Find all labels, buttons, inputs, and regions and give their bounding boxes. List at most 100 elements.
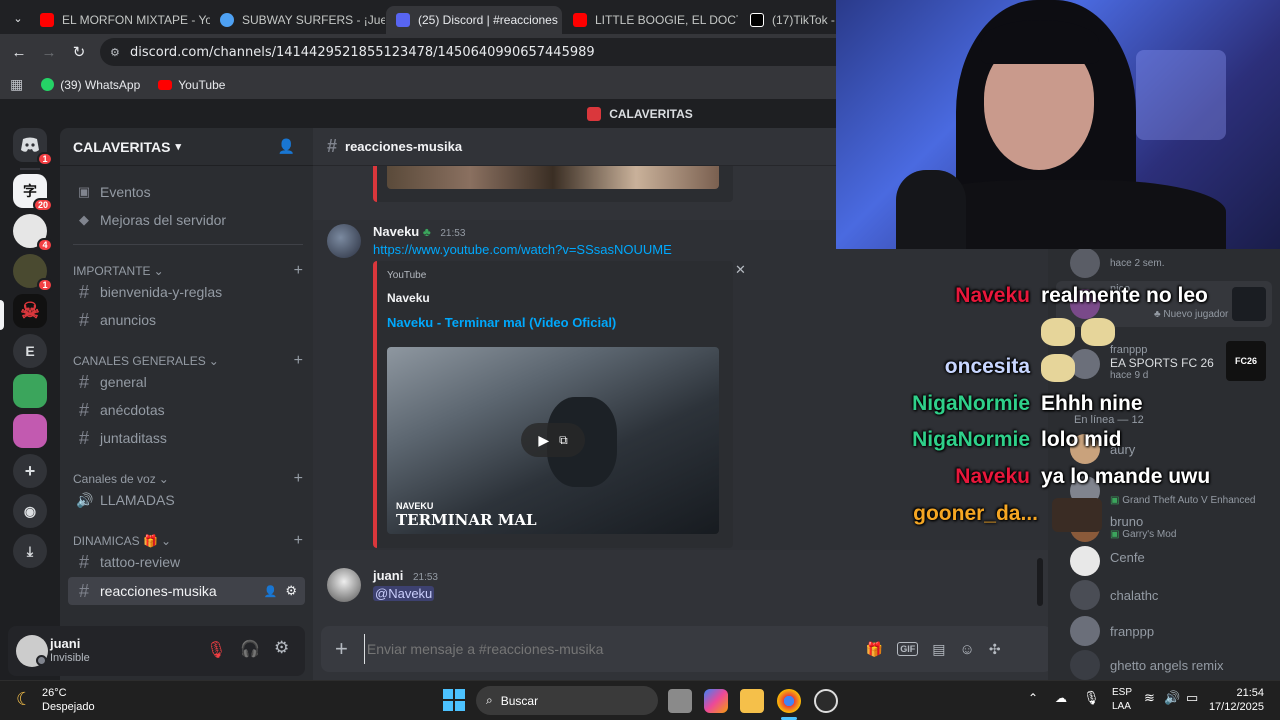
taskbar-search[interactable]: ⌕ Buscar (476, 686, 658, 715)
user-status: Invisible (50, 652, 90, 664)
open-external-icon: ⧉ (559, 432, 568, 447)
server-icon[interactable] (13, 374, 47, 408)
user-panel: juani Invisible 🎙 🎧 ⚙ (8, 626, 305, 676)
embed-title[interactable]: Naveku - Terminar mal (Video Oficial) (387, 315, 616, 330)
invite-icon[interactable]: 👤 (264, 585, 278, 598)
server-icon[interactable]: 4 (13, 214, 53, 252)
file-explorer-icon[interactable] (740, 689, 764, 713)
attach-plus-icon[interactable]: + (335, 636, 348, 662)
youtube-icon (40, 13, 54, 27)
play-button[interactable]: ▶ ⧉ (521, 423, 585, 457)
wifi-icon[interactable]: ≋ (1144, 690, 1155, 706)
previous-embed (373, 166, 733, 202)
invite-icon[interactable]: 👤 (278, 138, 295, 155)
channel-anuncios[interactable]: # anuncios (68, 306, 305, 334)
emoji-icon[interactable]: ☺ (960, 641, 975, 658)
avatar[interactable] (327, 568, 361, 602)
bookmark-youtube[interactable]: YouTube (158, 78, 225, 92)
category-label: Canales de voz (73, 472, 156, 486)
message-input[interactable] (363, 634, 844, 664)
browser-tab-active[interactable]: (25) Discord | #reacciones ✕ (386, 6, 562, 34)
message-link[interactable]: https://www.youtube.com/watch?v=SSsasNOU… (373, 242, 672, 257)
member-item[interactable]: hace 2 sem. (1056, 243, 1272, 283)
channel-anecdotas[interactable]: # anécdotas (68, 396, 305, 424)
apps-grid-icon[interactable]: ▦ (10, 76, 23, 93)
tab-search-button[interactable]: ⌄ (8, 8, 28, 28)
reload-icon[interactable]: ↻ (64, 37, 94, 67)
channel-sidebar: CALAVERITAS ▾ 👤 ▣ Eventos ◆ Mejoras del … (60, 128, 313, 680)
channel-reacciones-musika[interactable]: # reacciones-musika 👤 ⚙ (68, 577, 305, 605)
url-field[interactable]: ⚙ discord.com/channels/14144295218551234… (100, 38, 860, 66)
language-label[interactable]: ESP (1112, 687, 1132, 698)
browser-tab[interactable]: EL MORFON MIXTAPE - Yo ✕ (30, 6, 210, 34)
gear-icon[interactable]: ⚙ (285, 583, 297, 599)
chevron-down-icon: ⌄ (158, 472, 169, 486)
site-info-icon[interactable]: ⚙ (110, 46, 120, 59)
gift-icon[interactable]: 🎁 (866, 641, 883, 658)
forward-icon[interactable]: → (34, 37, 64, 67)
boosts-item[interactable]: ◆ Mejoras del servidor (68, 206, 305, 234)
avatar[interactable] (327, 224, 361, 258)
gif-icon[interactable]: GIF (897, 642, 919, 656)
browser-tab[interactable]: (17)TikTok - Ma (740, 6, 836, 34)
unread-badge: 1 (37, 152, 53, 166)
sticker-icon[interactable]: ▤ (932, 641, 945, 658)
discover-icon[interactable]: ◉ (13, 494, 47, 528)
mic-icon[interactable]: 🎙 (1083, 690, 1100, 706)
channel-general[interactable]: # general (68, 368, 305, 396)
server-icon-e[interactable]: E (13, 334, 47, 368)
channel-label: bienvenida-y-reglas (100, 284, 223, 300)
task-view-icon[interactable] (668, 689, 692, 713)
weather-temp[interactable]: 26°C (42, 687, 67, 699)
tab-title: (17)TikTok - Ma (772, 13, 836, 27)
back-icon[interactable]: ← (4, 37, 34, 67)
discord-home-icon[interactable]: 1 (13, 128, 53, 166)
browser-tab[interactable]: SUBWAY SURFERS - ¡Juega ✕ (210, 6, 385, 34)
author-name[interactable]: juani (373, 568, 403, 583)
status-dot (36, 655, 47, 666)
weather-desc[interactable]: Despejado (42, 701, 95, 713)
previous-thumbnail[interactable] (387, 166, 719, 189)
download-icon[interactable]: ⤓ (13, 534, 47, 568)
start-button[interactable] (443, 689, 465, 711)
headphones-icon[interactable]: 🎧 (240, 639, 260, 659)
video-thumbnail[interactable]: ▶ ⧉ NAVEKU TERMINAR MAL (387, 347, 719, 534)
author-name[interactable]: Naveku (373, 224, 419, 239)
scrollbar[interactable] (1037, 558, 1043, 606)
apps-icon[interactable]: ✣ (989, 641, 1001, 658)
user-mention[interactable]: @Naveku (373, 586, 435, 601)
cloud-icon[interactable]: ☁ (1055, 691, 1067, 705)
member-name: Cenfe (1110, 549, 1145, 565)
muted-mic-icon[interactable]: 🎙 (206, 640, 226, 660)
member-item-ghetto[interactable]: ghetto angels remix (1056, 645, 1272, 685)
copilot-icon[interactable] (704, 689, 728, 713)
obs-icon[interactable] (814, 689, 838, 713)
channel-juntaditass[interactable]: # juntaditass (68, 424, 305, 452)
embed-author[interactable]: Naveku (387, 291, 430, 305)
browser-tab[interactable]: LITTLE BOOGIE, EL DOCTO ✕ (563, 6, 738, 34)
clock-time[interactable]: 21:54 (1236, 687, 1264, 699)
battery-icon[interactable]: ▭ (1186, 690, 1198, 706)
overlay-username: Naveku (955, 465, 1030, 488)
server-icon[interactable] (13, 414, 47, 448)
remove-embed-icon[interactable]: ✕ (735, 262, 746, 278)
chrome-icon[interactable] (777, 689, 801, 713)
settings-gear-icon[interactable]: ⚙ (274, 638, 289, 658)
voice-channel-llamadas[interactable]: 🔊 LLAMADAS (68, 486, 305, 514)
server-icon-calaveritas[interactable]: ☠ (13, 294, 47, 328)
globe-icon (220, 13, 234, 27)
chevron-up-icon[interactable]: ⌃ (1028, 691, 1038, 705)
member-item-chalathc[interactable]: chalathc (1056, 575, 1272, 615)
bookmark-whatsapp[interactable]: (39) WhatsApp (41, 78, 140, 92)
chevron-down-icon: ▾ (175, 141, 182, 153)
volume-icon[interactable]: 🔊 (1164, 690, 1180, 706)
channel-tattoo-review[interactable]: # tattoo-review (68, 548, 305, 576)
server-header[interactable]: CALAVERITAS ▾ 👤 (60, 128, 313, 166)
channel-bienvenida[interactable]: # bienvenida-y-reglas (68, 278, 305, 306)
keyboard-layout-label[interactable]: LAA (1112, 701, 1131, 712)
events-item[interactable]: ▣ Eventos (68, 178, 305, 206)
server-icon[interactable]: 1 (13, 254, 53, 292)
add-server-icon[interactable]: + (13, 454, 47, 488)
clock-date[interactable]: 17/12/2025 (1209, 701, 1264, 713)
server-icon[interactable]: 字 20 (13, 174, 53, 212)
